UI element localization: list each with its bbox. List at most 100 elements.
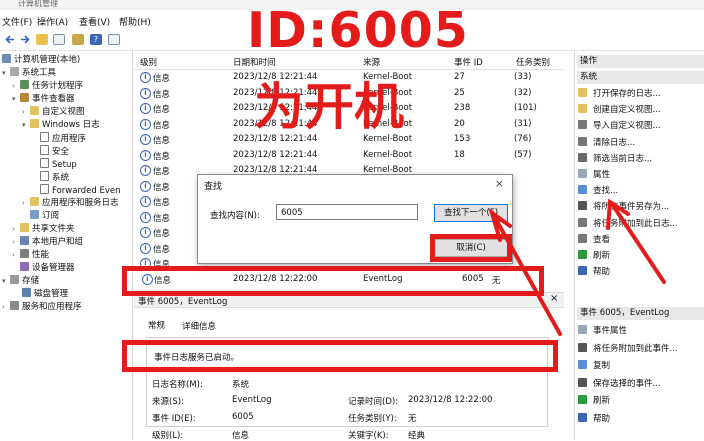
panel-icon[interactable]: [108, 34, 120, 45]
info-icon: i: [140, 103, 151, 114]
action-label: 创建自定义视图...: [593, 105, 661, 116]
info-icon: i: [140, 165, 151, 176]
event-id-value: 6005: [232, 412, 254, 422]
menu-action[interactable]: 操作(A): [37, 15, 68, 28]
action-label: 复制: [593, 361, 611, 372]
event-cell-task: (57): [514, 149, 532, 160]
annotation-highlight-row: [122, 266, 544, 296]
event-cell-task: (101): [514, 103, 537, 113]
event-action-item[interactable]: 帮助: [578, 413, 610, 426]
actions-header: 操作: [577, 55, 704, 68]
tree-item-subscriptions[interactable]: 订阅: [22, 210, 59, 223]
tab-general[interactable]: 常规: [148, 319, 165, 331]
close-icon[interactable]: ×: [495, 177, 504, 190]
tree-item-services-apps[interactable]: › 服务和应用程序: [2, 301, 82, 314]
actions-section-event[interactable]: 事件 6005，EventLog: [577, 307, 704, 320]
event-action-item[interactable]: 保存选择的事件...: [578, 377, 661, 391]
tree-item-system-tools[interactable]: ▾ 系统工具: [2, 67, 56, 80]
find-what-label: 查找内容(N):: [210, 211, 260, 221]
action-label: 属性: [593, 170, 611, 180]
tree-item-forwarded-events[interactable]: Forwarded Even: [40, 184, 121, 197]
action-item[interactable]: 筛选当前日志...: [578, 152, 652, 166]
tree-item-system[interactable]: 系统: [40, 171, 69, 184]
back-icon[interactable]: [4, 34, 16, 45]
annotation-highlight-message: [122, 340, 558, 372]
info-icon: i: [140, 196, 151, 207]
tree-item-custom-views[interactable]: › 自定义视图: [22, 106, 85, 119]
tree-item-storage[interactable]: ▾ 存储: [2, 275, 39, 288]
info-icon: i: [140, 211, 151, 223]
menu-view[interactable]: 查看(V): [79, 15, 110, 28]
level-value: 信息: [232, 431, 250, 441]
tree-item-event-viewer[interactable]: ▾ 事件查看器: [12, 93, 75, 106]
action-item[interactable]: 将所有事件另存为...: [578, 201, 669, 214]
forward-icon[interactable]: [19, 34, 31, 45]
action-item[interactable]: 刷新: [578, 250, 610, 263]
tree-item-app-service-logs[interactable]: › 应用程序和服务日志: [22, 197, 119, 210]
event-cell-id: 27: [454, 72, 465, 82]
disk-icon: [22, 288, 31, 297]
keywords-label: 关键字(K):: [348, 431, 389, 441]
tree-item-security[interactable]: 安全: [40, 145, 69, 158]
find-next-button[interactable]: 查找下一个(F): [434, 204, 508, 222]
show-hide-tree-icon[interactable]: [53, 34, 65, 45]
info-icon: i: [140, 72, 151, 83]
action-label: 打开保存的日志...: [593, 89, 661, 99]
tree-item-shared-folders[interactable]: › 共享文件夹: [12, 223, 75, 236]
action-label: 查找...: [593, 186, 619, 197]
action-item[interactable]: 帮助: [578, 266, 610, 279]
tree-item-device-manager[interactable]: 设备管理器: [12, 262, 75, 275]
folder-icon: [30, 106, 39, 115]
event-cell-id: 238: [454, 103, 471, 113]
event-action-item[interactable]: 复制: [578, 360, 610, 373]
tree-item-performance[interactable]: › 性能: [12, 249, 49, 262]
event-cell-level: 信息: [153, 229, 171, 239]
action-item[interactable]: 打开保存的日志...: [578, 88, 661, 101]
tree-item-application[interactable]: 应用程序: [40, 132, 86, 145]
event-action-item[interactable]: 事件属性: [578, 325, 627, 338]
action-label: 帮助: [593, 267, 611, 278]
action-label: 刷新: [593, 251, 611, 261]
event-action-item[interactable]: 将任务附加到此事件...: [578, 342, 678, 356]
annotation-highlight-cancel: [430, 234, 512, 262]
tab-details[interactable]: 详细信息: [182, 320, 216, 332]
action-item[interactable]: 清除日志...: [578, 136, 635, 150]
action-icon: [578, 233, 587, 243]
up-folder-icon[interactable]: [36, 34, 48, 45]
tree-item-setup[interactable]: Setup: [40, 158, 77, 171]
action-icon: [578, 342, 587, 352]
tree-item-task-scheduler[interactable]: › 任务计划程序: [12, 80, 83, 93]
level-label: 级别(L):: [152, 431, 184, 441]
action-item[interactable]: 将任务附加到此日志...: [578, 217, 678, 231]
event-row[interactable]: i 信息 2023/12/8 12:21:44 Kernel-Boot 18 (57): [134, 148, 564, 163]
menu-file[interactable]: 文件(F): [2, 15, 32, 28]
tree-item-local-users[interactable]: › 本地用户和组: [12, 236, 83, 249]
column-task-category[interactable]: 任务类别: [516, 56, 550, 68]
actions-section-system[interactable]: 系统: [577, 71, 704, 84]
find-what-input[interactable]: 6005: [276, 204, 418, 220]
tree-item-computer-management[interactable]: 计算机管理(本地): [2, 54, 80, 67]
help-icon[interactable]: ?: [90, 34, 102, 45]
action-item[interactable]: 导入自定义视图...: [578, 120, 661, 133]
recorded-value: 2023/12/8 12:22:00: [408, 395, 493, 405]
detail-close-icon[interactable]: ×: [550, 293, 558, 304]
tree-item-disk-management[interactable]: 磁盘管理: [22, 288, 68, 301]
event-cell-level: 信息: [153, 167, 171, 177]
action-icon: [578, 104, 587, 114]
column-level[interactable]: 级别: [140, 56, 157, 68]
action-label: 保存选择的事件...: [593, 378, 661, 389]
action-icon: [578, 88, 587, 97]
action-item[interactable]: 属性: [578, 169, 610, 182]
console-tree: 计算机管理(本地) ▾ 系统工具 › 任务计划程序 ▾ 事件查看器 › 自定义视图 ▾ W…: [0, 51, 133, 440]
computer-icon: [2, 54, 11, 63]
action-icon: [578, 325, 587, 334]
action-label: 将任务附加到此事件...: [593, 343, 678, 354]
action-icon: [578, 152, 587, 162]
tree-item-windows-logs[interactable]: ▾ Windows 日志: [22, 119, 100, 132]
event-action-item[interactable]: 刷新: [578, 395, 610, 408]
action-item[interactable]: 查找...: [578, 185, 618, 198]
action-item[interactable]: 查看: [578, 233, 610, 247]
menu-help[interactable]: 帮助(H): [119, 15, 151, 28]
properties-icon[interactable]: [72, 34, 84, 45]
action-item[interactable]: 创建自定义视图...: [578, 104, 661, 117]
